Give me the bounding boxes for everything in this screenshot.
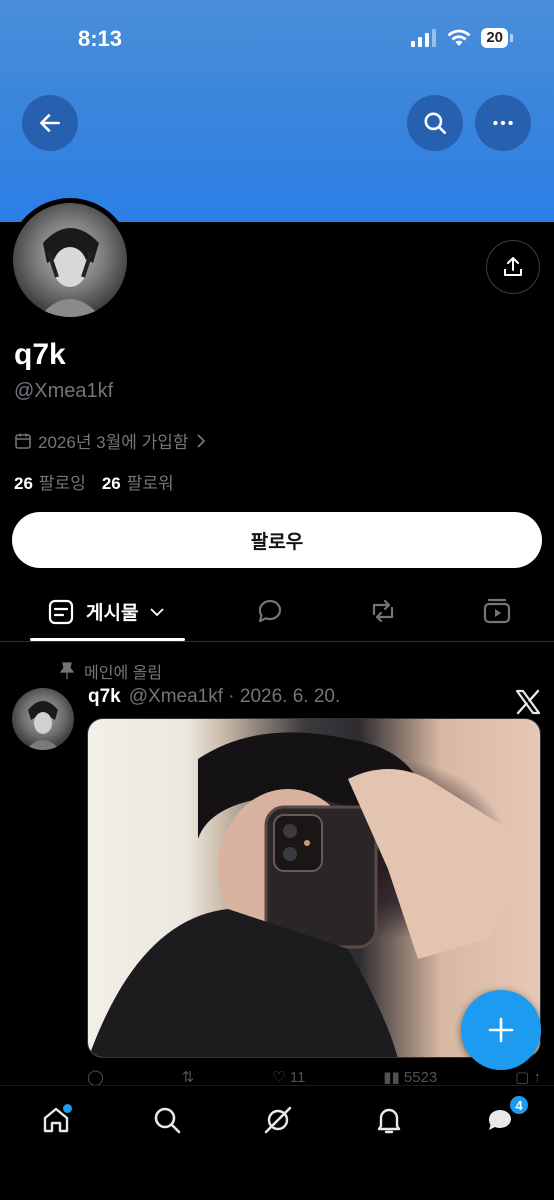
battery-indicator: 20 [481, 28, 513, 48]
nav-notifications[interactable] [369, 1100, 409, 1140]
posts-icon [48, 599, 74, 624]
nav-messages[interactable]: 4 [480, 1094, 530, 1140]
active-tab-indicator [30, 638, 185, 641]
views-action[interactable]: ▮▮ 5523 [383, 1068, 437, 1086]
wifi-icon [447, 29, 471, 46]
messages-badge: 4 [508, 1094, 530, 1116]
arrow-left-icon [40, 114, 60, 132]
post-meta: @Xmea1kf · 2026. 6. 20. [128, 686, 341, 707]
status-icons: 20 [411, 28, 513, 48]
grok-icon [264, 1106, 292, 1134]
post-header: q7k @Xmea1kf · 2026. 6. 20. [88, 686, 340, 708]
profile-handle: @Xmea1kf [14, 380, 114, 402]
bell-icon [377, 1108, 401, 1134]
post-author-name[interactable]: q7k [88, 686, 121, 708]
repost-action[interactable]: ⇅ [182, 1068, 195, 1086]
nav-search[interactable] [147, 1100, 187, 1140]
following-count: 26 [14, 474, 33, 493]
chevron-right-icon [196, 433, 205, 448]
tab-posts[interactable]: 게시물 [48, 598, 165, 625]
followers-count: 26 [101, 474, 121, 493]
bottom-navigation: 4 [0, 1085, 554, 1200]
like-count: 11 [289, 1069, 306, 1086]
status-time: 8:13 [78, 26, 123, 51]
follow-button[interactable]: 팔로우 [12, 512, 542, 568]
nav-home[interactable] [36, 1100, 76, 1140]
following-link[interactable]: 26 팔로잉 [14, 469, 86, 494]
compose-button[interactable] [461, 990, 541, 1070]
follow-stats: 26 팔로잉 26 팔로워 [14, 469, 174, 494]
more-button[interactable] [475, 95, 531, 151]
share-icon [504, 257, 522, 276]
x-logo-icon [515, 689, 541, 715]
search-icon [424, 112, 447, 135]
plus-icon [488, 1017, 514, 1043]
profile-tabs: 게시물 [0, 580, 554, 642]
back-button[interactable] [22, 95, 78, 151]
followers-label: 팔로워 [126, 474, 174, 493]
share-button[interactable] [486, 240, 540, 294]
tab-replies-icon[interactable] [255, 596, 285, 626]
reply-action[interactable]: ◯ [87, 1068, 104, 1086]
tab-media-icon[interactable] [482, 596, 512, 626]
nav-grok[interactable] [258, 1100, 298, 1140]
followers-link[interactable]: 26 팔로워 [102, 469, 174, 494]
chevron-down-icon [150, 607, 165, 616]
display-name: q7k [14, 338, 66, 371]
more-horizontal-icon [493, 120, 513, 126]
profile-avatar[interactable] [8, 198, 132, 322]
pinned-label: 메인에 올림 [84, 665, 163, 682]
post-author-avatar[interactable] [12, 688, 74, 750]
calendar-icon [15, 433, 31, 449]
signal-icon [411, 29, 437, 47]
joined-date[interactable]: 2026년 3월에 가입함 [14, 428, 207, 453]
pin-icon [60, 662, 74, 679]
avatar-image [13, 203, 127, 317]
joined-text: 2026년 3월에 가입함 [38, 433, 189, 452]
pinned-indicator: 메인에 올림 [60, 659, 162, 683]
bookmark-action[interactable]: ▢ ↑ [515, 1068, 541, 1086]
home-notification-dot [63, 1104, 72, 1113]
tab-reposts-icon[interactable] [368, 596, 398, 626]
view-count: 5523 [403, 1069, 438, 1086]
like-action[interactable]: ♡ 11 [272, 1068, 305, 1086]
search-button[interactable] [407, 95, 463, 151]
post-actions: ◯ ⇅ ♡ 11 ▮▮ 5523 ▢ ↑ [87, 1068, 541, 1086]
tab-posts-label: 게시물 [86, 603, 139, 624]
following-label: 팔로잉 [38, 474, 86, 493]
search-icon [154, 1107, 181, 1134]
